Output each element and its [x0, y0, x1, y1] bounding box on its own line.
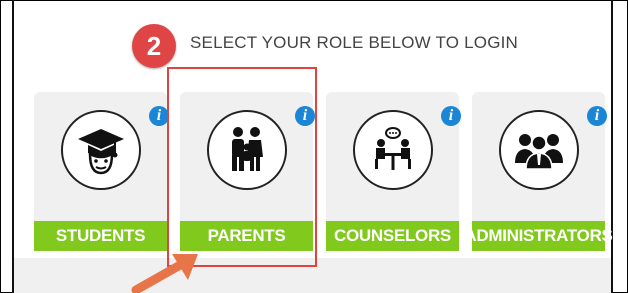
counselor-meeting-icon [353, 110, 433, 190]
info-icon[interactable]: i [441, 106, 461, 126]
info-icon[interactable]: i [149, 106, 169, 126]
role-card-counselors[interactable]: i COUNSELORS [326, 92, 461, 251]
role-card-administrators[interactable]: i ADMINISTRATORS [464, 92, 613, 251]
role-label-administrators[interactable]: ADMINISTRATORS [464, 221, 613, 251]
step-number-badge: 2 [132, 24, 176, 68]
page-heading: SELECT YOUR ROLE BELOW TO LOGIN [190, 33, 519, 52]
role-label-students[interactable]: STUDENTS [34, 221, 167, 251]
graduate-cap-icon [61, 110, 141, 190]
role-card-students[interactable]: i STUDENTS [34, 92, 169, 251]
highlight-box [167, 67, 317, 267]
administrators-group-icon [499, 110, 579, 190]
role-label-counselors[interactable]: COUNSELORS [326, 221, 459, 251]
pointer-arrow-icon [131, 254, 198, 293]
info-icon[interactable]: i [587, 106, 607, 126]
page-border-left [12, 0, 14, 293]
page-border-right [611, 0, 613, 293]
